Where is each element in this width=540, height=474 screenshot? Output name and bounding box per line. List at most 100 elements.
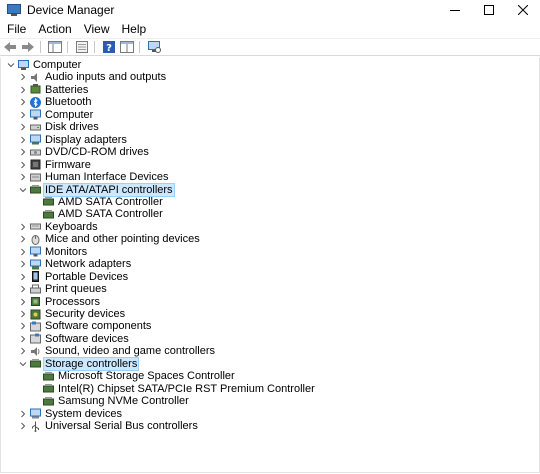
tree-category[interactable]: Print queues <box>19 283 108 295</box>
tree-device[interactable]: Samsung NVMe Controller <box>32 395 190 407</box>
expand-chevron-icon[interactable] <box>19 258 27 270</box>
expand-chevron-icon[interactable] <box>19 420 27 432</box>
scan-hardware-button[interactable] <box>146 40 162 54</box>
tree-category[interactable]: Processors <box>19 296 101 308</box>
tree-category[interactable]: Audio inputs and outputs <box>19 71 167 83</box>
expand-chevron-icon[interactable] <box>19 109 27 121</box>
tree-category[interactable]: Software components <box>19 320 152 332</box>
tree-item-label: Storage controllers <box>42 356 140 371</box>
tree-category[interactable]: Bluetooth <box>19 96 92 108</box>
tree-category[interactable]: Disk drives <box>19 121 100 133</box>
show-hide-console-tree-button[interactable] <box>47 40 63 54</box>
tree-category[interactable]: Software devices <box>19 333 130 345</box>
expand-chevron-icon[interactable] <box>19 159 27 171</box>
tree-category[interactable]: DVD/CD-ROM drives <box>19 146 150 158</box>
help-button[interactable]: ? <box>101 40 117 54</box>
collapse-chevron-icon[interactable] <box>7 59 15 71</box>
expand-chevron-icon[interactable] <box>19 345 27 357</box>
tree-item-label: Samsung NVMe Controller <box>58 395 189 408</box>
tree-category[interactable]: Storage controllers <box>19 356 140 371</box>
tree-item-label: Intel(R) Chipset SATA/PCIe RST Premium C… <box>58 382 315 395</box>
expand-chevron-icon[interactable] <box>19 308 27 320</box>
properties-icon <box>76 40 88 53</box>
tree-device[interactable]: Microsoft Storage Spaces Controller <box>32 370 236 382</box>
tree-category[interactable]: IDE ATA/ATAPI controllers <box>19 182 175 197</box>
view-button[interactable] <box>119 40 135 54</box>
tree-device[interactable]: AMD SATA Controller <box>32 196 164 208</box>
minimize-button[interactable] <box>438 0 472 20</box>
collapse-chevron-icon[interactable] <box>19 358 27 370</box>
menu-action[interactable]: Action <box>32 22 77 36</box>
collapse-chevron-icon[interactable] <box>19 184 27 196</box>
tree-category[interactable]: Security devices <box>19 308 126 320</box>
controller-child-icon <box>43 396 54 407</box>
tree-item-label: Software devices <box>45 332 129 345</box>
expand-chevron-icon[interactable] <box>19 71 27 83</box>
expand-chevron-icon[interactable] <box>19 333 27 345</box>
controller-child-icon <box>43 196 54 207</box>
tree-category[interactable]: Monitors <box>19 246 88 258</box>
expand-chevron-icon[interactable] <box>19 320 27 332</box>
mouse-icon <box>30 234 41 245</box>
properties-button[interactable] <box>74 40 90 54</box>
toolbar-separator <box>40 40 41 53</box>
tree-item-label: DVD/CD-ROM drives <box>45 146 149 159</box>
menu-help[interactable]: Help <box>116 22 153 36</box>
expand-chevron-icon[interactable] <box>19 283 27 295</box>
expand-chevron-icon[interactable] <box>19 296 27 308</box>
tree-category[interactable]: Sound, video and game controllers <box>19 345 216 357</box>
tree-category[interactable]: Batteries <box>19 84 89 96</box>
tree-item-label: System devices <box>45 407 123 420</box>
system-device-icon <box>30 408 41 419</box>
forward-button[interactable] <box>20 40 36 54</box>
menu-view[interactable]: View <box>78 22 116 36</box>
tree-category[interactable]: Keyboards <box>19 221 99 233</box>
tree-category[interactable]: Computer <box>19 109 94 121</box>
expand-chevron-icon[interactable] <box>19 221 27 233</box>
close-button[interactable] <box>506 0 540 20</box>
expand-chevron-icon[interactable] <box>19 171 27 183</box>
expand-chevron-icon[interactable] <box>19 84 27 96</box>
bluetooth-icon <box>30 96 41 108</box>
tree-item-label: IDE ATA/ATAPI controllers <box>43 182 175 197</box>
tree-category[interactable]: Firmware <box>19 159 92 171</box>
menu-file[interactable]: File <box>0 22 32 36</box>
printer-icon <box>30 284 41 295</box>
tree-category[interactable]: Human Interface Devices <box>19 171 170 183</box>
storage-controller-icon <box>30 358 41 369</box>
back-button[interactable] <box>2 40 18 54</box>
tree-category[interactable]: Portable Devices <box>19 271 129 283</box>
tree-item-label: Audio inputs and outputs <box>45 71 167 84</box>
expand-chevron-icon[interactable] <box>19 233 27 245</box>
tree-item-label: Processors <box>45 295 101 308</box>
toolbar-separator <box>139 40 140 53</box>
expand-chevron-icon[interactable] <box>19 246 27 258</box>
tree-category[interactable]: Universal Serial Bus controllers <box>19 420 199 432</box>
expand-chevron-icon[interactable] <box>19 271 27 283</box>
expand-chevron-icon[interactable] <box>19 408 27 420</box>
menu-bar: File Action View Help <box>0 20 540 39</box>
toolbar-separator <box>94 40 95 53</box>
tree-root-computer[interactable]: Computer <box>7 59 82 71</box>
maximize-button[interactable] <box>472 0 506 20</box>
usb-icon <box>30 421 41 432</box>
view-details-icon <box>120 40 134 53</box>
tree-device[interactable]: Intel(R) Chipset SATA/PCIe RST Premium C… <box>32 383 316 395</box>
tree-category[interactable]: Network adapters <box>19 258 132 270</box>
tree-item-label: Monitors <box>45 245 88 258</box>
software-component-icon <box>30 321 41 332</box>
tree-category[interactable]: Mice and other pointing devices <box>19 233 201 245</box>
tree-category[interactable]: Display adapters <box>19 134 128 146</box>
expand-chevron-icon[interactable] <box>19 96 27 108</box>
tree-device[interactable]: AMD SATA Controller <box>32 208 164 220</box>
expand-chevron-icon[interactable] <box>19 134 27 146</box>
tree-category[interactable]: System devices <box>19 408 123 420</box>
expand-chevron-icon[interactable] <box>19 121 27 133</box>
device-tree[interactable]: Computer Audio inputs and outputs Batterie… <box>0 58 540 473</box>
expand-chevron-icon[interactable] <box>19 146 27 158</box>
speaker-icon <box>30 72 41 83</box>
